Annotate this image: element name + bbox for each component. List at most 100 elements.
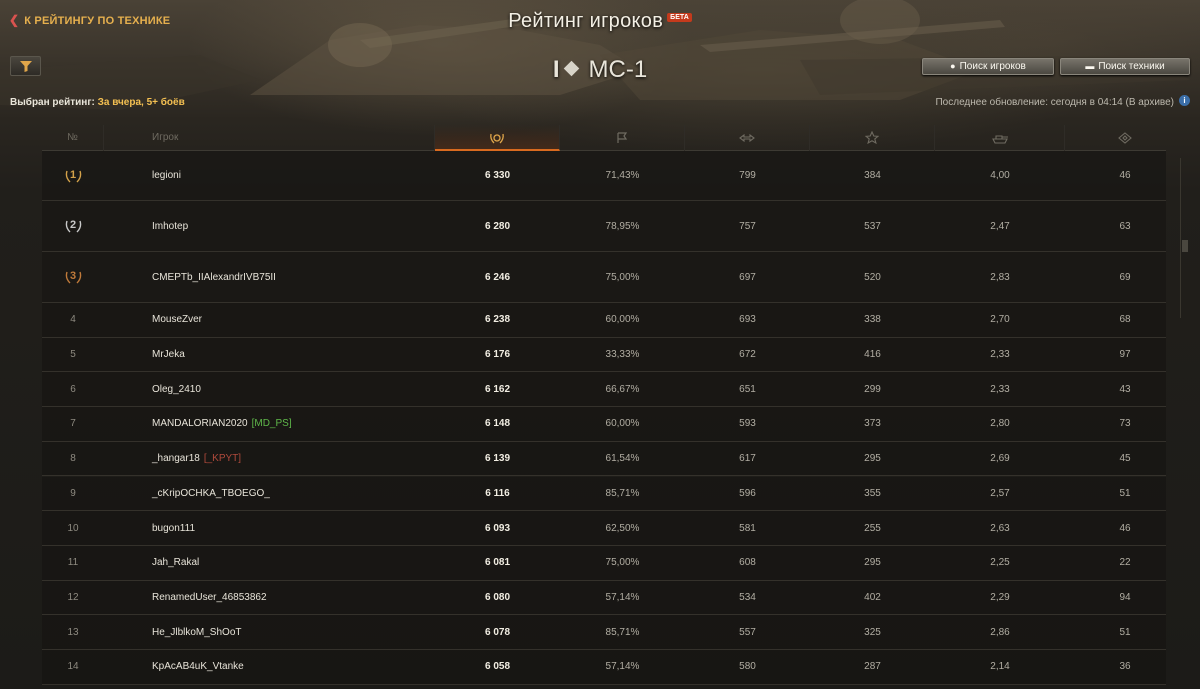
table-row[interactable]: 10 bugon111 6 093 62,50% 581 255 2,63 46 bbox=[42, 511, 1166, 546]
wins-value: 75,00% bbox=[605, 557, 640, 569]
damage-value: 581 bbox=[739, 522, 756, 534]
page-title: Рейтинг игроков bbox=[508, 10, 664, 32]
experience-value: 416 bbox=[864, 349, 881, 361]
rank-cell: 9 bbox=[42, 477, 104, 511]
vehicle-tier: I bbox=[552, 56, 560, 83]
spotted-value: 51 bbox=[1119, 487, 1131, 499]
damage-value: 534 bbox=[739, 591, 756, 603]
player-name[interactable]: _cKripOCHKA_TBOEGO_ bbox=[152, 488, 270, 499]
frags-value: 2,70 bbox=[990, 314, 1010, 326]
player-cell: MouseZver bbox=[152, 303, 472, 337]
rating-value: 6 238 bbox=[484, 314, 511, 326]
experience-value: 373 bbox=[864, 418, 881, 430]
player-name[interactable]: RenamedUser_46853862 bbox=[152, 592, 267, 603]
player-name[interactable]: legioni bbox=[152, 170, 181, 181]
table-row[interactable]: 7 MANDALORIAN2020 [MD_PS] 6 148 60,00% 593 373… bbox=[42, 407, 1166, 442]
spotted-value: 97 bbox=[1119, 349, 1131, 361]
player-name[interactable]: Imhotep bbox=[152, 221, 188, 232]
info-icon[interactable]: i bbox=[1179, 95, 1190, 106]
table-row[interactable]: 12 RenamedUser_46853862 6 080 57,14% 534 402 2… bbox=[42, 580, 1166, 616]
damage-value: 799 bbox=[739, 170, 756, 181]
experience-value: 402 bbox=[864, 591, 881, 603]
player-name[interactable]: KpAcAB4uK_Vtanke bbox=[152, 661, 244, 672]
player-name[interactable]: MrJeka bbox=[152, 349, 185, 360]
wins-value: 60,00% bbox=[605, 314, 640, 326]
rating-value: 6 139 bbox=[484, 453, 511, 465]
rank-medal-icon: 3 bbox=[65, 269, 82, 285]
experience-value: 255 bbox=[864, 522, 881, 534]
rank-cell: 12 bbox=[42, 581, 104, 615]
rank-number: 12 bbox=[67, 591, 79, 603]
column-frags[interactable] bbox=[935, 125, 1065, 151]
player-name[interactable]: bugon111 bbox=[152, 523, 195, 534]
frags-value: 2,69 bbox=[990, 453, 1010, 465]
selected-rating-value[interactable]: За вчера, 5+ боёв bbox=[98, 97, 185, 108]
filter-button[interactable] bbox=[10, 56, 41, 76]
clan-tag[interactable]: [MD_PS] bbox=[252, 418, 292, 429]
table-row[interactable]: 8 _hangar18 [_KPYT] 6 139 61,54% 617 295 2,69 45 bbox=[42, 441, 1166, 477]
column-damage[interactable] bbox=[685, 125, 810, 151]
diamond-icon bbox=[563, 60, 579, 77]
experience-value: 338 bbox=[864, 314, 881, 326]
frags-value: 2,80 bbox=[990, 418, 1010, 430]
player-cell: _cKripOCHKA_TBOEGO_ bbox=[152, 477, 472, 511]
player-name[interactable]: _hangar18 bbox=[152, 453, 200, 464]
frags-value: 2,33 bbox=[990, 383, 1010, 395]
experience-value: 520 bbox=[864, 271, 881, 283]
wins-value: 71,43% bbox=[605, 170, 640, 181]
table-row[interactable]: 2 Imhotep 6 280 78,95% 757 537 2,47 63 bbox=[42, 201, 1166, 252]
frags-value: 2,86 bbox=[990, 626, 1010, 638]
table-row[interactable]: 5 MrJeka 6 176 33,33% 672 416 2,33 97 bbox=[42, 337, 1166, 373]
damage-value: 617 bbox=[739, 453, 756, 465]
rating-value: 6 280 bbox=[484, 220, 511, 232]
player-cell: Jah_Rakal bbox=[152, 546, 472, 580]
page-header: Рейтинг игроков БЕТА bbox=[0, 10, 1200, 33]
wins-value: 75,00% bbox=[605, 271, 640, 283]
search-players-button[interactable]: ● Поиск игроков bbox=[922, 58, 1054, 75]
frags-value: 2,33 bbox=[990, 349, 1010, 361]
rating-value: 6 162 bbox=[484, 383, 511, 395]
rank-medal-icon: 2 bbox=[65, 218, 82, 234]
column-rank[interactable]: № bbox=[42, 125, 104, 151]
rank-cell: 10 bbox=[42, 511, 104, 545]
wins-value: 85,71% bbox=[605, 626, 640, 638]
scrollbar[interactable] bbox=[1180, 158, 1190, 318]
search-tech-button[interactable]: ▬ Поиск техники bbox=[1060, 58, 1190, 75]
column-experience[interactable] bbox=[810, 125, 935, 151]
spotted-value: 22 bbox=[1119, 557, 1131, 569]
table-row[interactable]: 6 Oleg_2410 6 162 66,67% 651 299 2,33 43 bbox=[42, 372, 1166, 408]
table-row[interactable]: 3 CMEPTb_IIAlexandrIVB75II 6 246 75,00% 697 5… bbox=[42, 252, 1166, 303]
column-wins[interactable] bbox=[560, 125, 685, 151]
rank-cell: 6 bbox=[42, 372, 104, 406]
experience-value: 537 bbox=[864, 220, 881, 232]
rating-value: 6 078 bbox=[484, 626, 511, 638]
rank-medal-icon: 1 bbox=[65, 168, 82, 184]
search-players-label: Поиск игроков bbox=[959, 61, 1026, 72]
frags-value: 2,47 bbox=[990, 220, 1010, 232]
table-row[interactable]: 11 Jah_Rakal 6 081 75,00% 608 295 2,25 22 bbox=[42, 545, 1166, 581]
damage-value: 757 bbox=[739, 220, 756, 232]
player-name[interactable]: MouseZver bbox=[152, 314, 202, 325]
player-name[interactable]: Jah_Rakal bbox=[152, 557, 199, 568]
player-name[interactable]: MANDALORIAN2020 bbox=[152, 418, 248, 429]
column-spotted[interactable] bbox=[1065, 125, 1185, 151]
column-player[interactable]: Игрок bbox=[104, 125, 435, 151]
table-row[interactable]: 1 legioni 6 330 71,43% 799 384 4,00 46 bbox=[42, 151, 1166, 201]
scrollbar-thumb[interactable] bbox=[1182, 240, 1188, 252]
spotted-value: 43 bbox=[1119, 383, 1131, 395]
frags-value: 2,25 bbox=[990, 557, 1010, 569]
funnel-icon bbox=[20, 61, 32, 72]
player-name[interactable]: Oleg_2410 bbox=[152, 384, 201, 395]
rank-cell: 5 bbox=[42, 338, 104, 372]
tank-icon bbox=[991, 135, 1008, 144]
table-row[interactable]: 13 He_JlblkoM_ShOoT 6 078 85,71% 557 325 2,86 5… bbox=[42, 615, 1166, 650]
player-name[interactable]: CMEPTb_IIAlexandrIVB75II bbox=[152, 272, 276, 283]
rank-number: 7 bbox=[70, 418, 76, 430]
clan-tag[interactable]: [_KPYT] bbox=[204, 453, 241, 464]
table-row[interactable]: 14 KpAcAB4uK_Vtanke 6 058 57,14% 580 287 2,14 3… bbox=[42, 650, 1166, 685]
rating-table: 1 legioni 6 330 71,43% 799 384 4,00 46 2 Imhotep 6… bbox=[42, 151, 1166, 685]
player-name[interactable]: He_JlblkoM_ShOoT bbox=[152, 627, 241, 638]
column-rating[interactable] bbox=[435, 125, 560, 151]
table-row[interactable]: 9 _cKripOCHKA_TBOEGO_ 6 116 85,71% 596 355 2,5… bbox=[42, 476, 1166, 512]
table-row[interactable]: 4 MouseZver 6 238 60,00% 693 338 2,70 68 bbox=[42, 303, 1166, 338]
